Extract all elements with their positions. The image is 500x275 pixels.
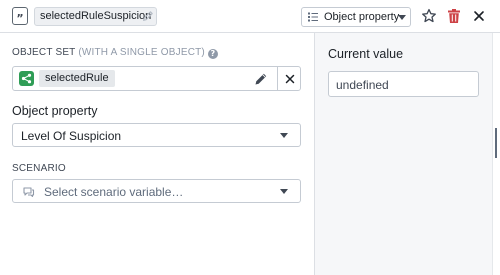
variable-header: ” selectedRuleSuspicion Object property [0, 0, 500, 33]
variable-type-icon: ” [12, 7, 28, 25]
variable-type-label: Object property [324, 11, 400, 23]
list-icon [308, 12, 318, 22]
current-value-label: Current value [328, 47, 404, 61]
help-icon[interactable]: ? [207, 49, 218, 59]
current-value-field: undefined [328, 71, 479, 97]
pencil-icon[interactable] [141, 9, 155, 23]
object-set-label: OBJECT SET (WITH A SINGLE OBJECT)? [12, 47, 218, 59]
resize-handle[interactable] [495, 128, 497, 158]
object-property-select[interactable]: Level Of Suspicion [12, 123, 301, 147]
close-icon [474, 11, 484, 21]
field-divider [277, 67, 278, 90]
delete-button[interactable] [445, 7, 463, 25]
current-value-pane [315, 33, 492, 275]
object-set-icon [19, 71, 34, 86]
close-icon [285, 74, 294, 83]
variable-type-select[interactable]: Object property [301, 7, 411, 27]
object-set-value: selectedRule [39, 70, 115, 87]
pencil-icon[interactable] [253, 71, 269, 87]
variable-name[interactable]: selectedRuleSuspicion [34, 7, 158, 26]
object-property-label: Object property [12, 104, 98, 118]
scenario-label: SCENARIO [12, 163, 66, 174]
star-icon [422, 8, 436, 23]
current-value-text: undefined [336, 78, 389, 92]
scenario-icon [23, 187, 35, 198]
right-edge-panel [492, 33, 500, 275]
close-button[interactable] [470, 7, 488, 25]
chevron-down-icon [398, 15, 406, 20]
chevron-down-icon [280, 133, 288, 138]
clear-object-set-button[interactable] [281, 70, 298, 87]
object-property-value: Level Of Suspicion [21, 129, 122, 143]
favorite-button[interactable] [420, 7, 438, 25]
object-set-field[interactable]: selectedRule [12, 66, 301, 91]
trash-icon [448, 9, 460, 23]
chevron-down-icon [280, 189, 288, 194]
scenario-select[interactable]: Select scenario variable… [12, 179, 301, 203]
scenario-placeholder: Select scenario variable… [44, 185, 184, 199]
